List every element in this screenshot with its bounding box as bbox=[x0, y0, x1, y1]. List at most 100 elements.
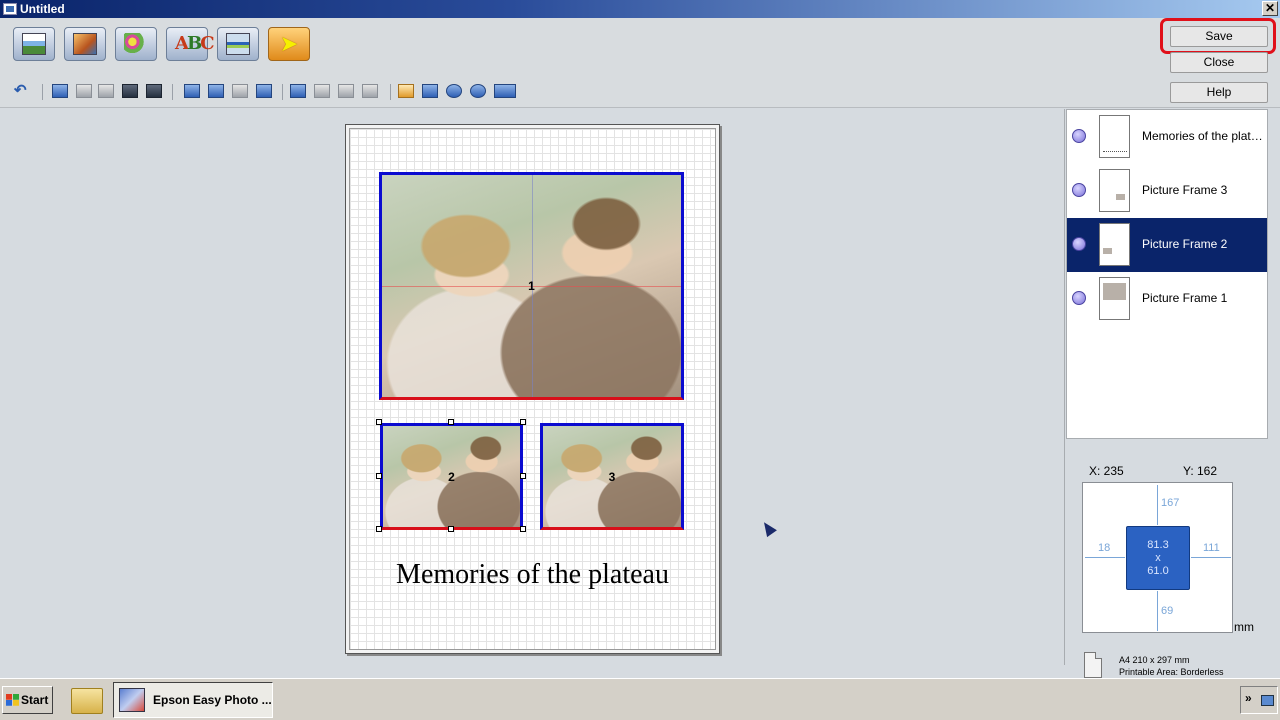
window-title: Untitled bbox=[20, 2, 65, 16]
resize-handle[interactable] bbox=[448, 526, 454, 532]
lines-icon bbox=[226, 33, 250, 55]
text-button[interactable]: ABC bbox=[166, 27, 215, 61]
page-icon[interactable] bbox=[398, 84, 414, 98]
resize-handle[interactable] bbox=[448, 419, 454, 425]
close-window-icon[interactable]: ✕ bbox=[1262, 1, 1278, 16]
title-bar: Untitled ✕ bbox=[0, 0, 1280, 18]
text-icon: ABC bbox=[175, 33, 215, 54]
zoom-out-icon[interactable] bbox=[470, 84, 486, 98]
taskbar: Start Epson Easy Photo ... » bbox=[0, 678, 1280, 720]
bottom-margin: 69 bbox=[1161, 605, 1174, 617]
frame-size-box: 81.3 x 61.0 bbox=[1126, 526, 1190, 590]
zoom-in-icon[interactable] bbox=[446, 84, 462, 98]
layer-label: Picture Frame 3 bbox=[1142, 183, 1228, 197]
page-canvas[interactable]: 1 2 3 Memories of the plateau bbox=[345, 124, 720, 654]
app-icon bbox=[3, 3, 17, 15]
layer-thumbnail bbox=[1099, 115, 1130, 158]
folder-icon[interactable] bbox=[71, 688, 103, 714]
pen-icon[interactable] bbox=[314, 84, 330, 98]
visibility-icon[interactable] bbox=[1072, 237, 1086, 251]
frame-number: 2 bbox=[448, 469, 455, 484]
network-icon[interactable] bbox=[1261, 695, 1274, 706]
separator bbox=[42, 84, 43, 100]
grid-icon[interactable] bbox=[290, 84, 306, 98]
layer-thumbnail bbox=[1099, 277, 1130, 320]
save-highlight bbox=[1160, 18, 1276, 54]
caption-text[interactable]: Memories of the plateau bbox=[350, 559, 715, 591]
separator bbox=[282, 84, 283, 100]
resize-handle[interactable] bbox=[520, 419, 526, 425]
resize-handle[interactable] bbox=[520, 526, 526, 532]
layer-item-frame-3[interactable]: Picture Frame 3 bbox=[1067, 164, 1267, 218]
send-back-icon[interactable] bbox=[256, 84, 272, 98]
layer-label: Picture Frame 1 bbox=[1142, 291, 1228, 305]
select-all-icon[interactable] bbox=[122, 84, 138, 98]
properties-icon[interactable] bbox=[338, 84, 354, 98]
app-window: ABC ➤ Save Close Help ↶ 1 2 3 Memories o… bbox=[0, 18, 1280, 694]
separator bbox=[172, 84, 173, 100]
y-coordinate: Y: 162 bbox=[1183, 464, 1218, 478]
start-label: Start bbox=[21, 693, 49, 707]
top-arrow bbox=[1157, 485, 1158, 525]
frame-number: 1 bbox=[528, 279, 535, 293]
paper-size: A4 210 x 297 mm bbox=[1119, 655, 1190, 665]
layout-button[interactable] bbox=[13, 27, 55, 61]
picture-frame-3[interactable]: 3 bbox=[540, 423, 684, 530]
paste-icon[interactable] bbox=[98, 84, 114, 98]
picture-frame-1[interactable]: 1 bbox=[379, 172, 684, 400]
photo-button[interactable] bbox=[64, 27, 106, 61]
system-tray: » bbox=[1240, 686, 1278, 714]
fit-page-icon[interactable] bbox=[422, 84, 438, 98]
close-button[interactable]: Close bbox=[1170, 52, 1268, 73]
epson-app-icon bbox=[119, 688, 145, 712]
decoration-button[interactable] bbox=[115, 27, 157, 61]
layer-label: Memories of the plateau bbox=[1142, 129, 1264, 143]
frame-width: 81.3 bbox=[1147, 539, 1169, 551]
tray-expand-icon[interactable]: » bbox=[1245, 691, 1252, 705]
visibility-icon[interactable] bbox=[1072, 183, 1086, 197]
paper-icon bbox=[1084, 652, 1102, 678]
taskbar-item-epson[interactable]: Epson Easy Photo ... bbox=[113, 682, 273, 718]
undo-icon[interactable]: ↶ bbox=[14, 83, 30, 98]
layer-item-frame-2[interactable]: Picture Frame 2 bbox=[1067, 218, 1267, 272]
layer-item-frame-1[interactable]: Picture Frame 1 bbox=[1067, 272, 1267, 326]
resize-handle[interactable] bbox=[376, 526, 382, 532]
size-times: x bbox=[1155, 552, 1161, 564]
coordinates-readout: X: 235 Y: 162 bbox=[1089, 464, 1217, 478]
copy-icon[interactable] bbox=[52, 84, 68, 98]
edit-toolbar: ↶ bbox=[10, 82, 530, 102]
bring-forward-icon[interactable] bbox=[208, 84, 224, 98]
start-button[interactable]: Start bbox=[2, 686, 53, 714]
workspace[interactable]: 1 2 3 Memories of the plateau bbox=[0, 109, 1065, 665]
decoration-icon bbox=[124, 33, 148, 55]
frame-height: 61.0 bbox=[1147, 565, 1169, 577]
help-button[interactable]: Help bbox=[1170, 82, 1268, 103]
resize-handle[interactable] bbox=[520, 473, 526, 479]
cut-icon[interactable] bbox=[76, 84, 92, 98]
delete-icon[interactable] bbox=[146, 84, 162, 98]
select-tool-button[interactable]: ➤ bbox=[268, 27, 310, 61]
left-margin: 18 bbox=[1098, 542, 1111, 554]
visibility-icon[interactable] bbox=[1072, 291, 1086, 305]
separator bbox=[390, 84, 391, 100]
right-margin: 111 bbox=[1203, 542, 1220, 554]
left-arrow bbox=[1085, 557, 1125, 558]
photo-icon bbox=[73, 33, 97, 55]
lines-button[interactable] bbox=[217, 27, 259, 61]
arrange-icon[interactable] bbox=[362, 84, 378, 98]
send-backward-icon[interactable] bbox=[232, 84, 248, 98]
select-tool-icon: ➤ bbox=[279, 31, 299, 56]
layer-thumbnail bbox=[1099, 169, 1130, 212]
resize-handle[interactable] bbox=[376, 419, 382, 425]
slideshow-icon[interactable] bbox=[494, 84, 516, 98]
layer-thumbnail bbox=[1099, 223, 1130, 266]
layout-icon bbox=[22, 33, 46, 55]
mouse-cursor bbox=[759, 518, 777, 538]
bring-front-icon[interactable] bbox=[184, 84, 200, 98]
top-toolbar: ABC ➤ Save Close Help ↶ bbox=[0, 18, 1280, 108]
resize-handle[interactable] bbox=[376, 473, 382, 479]
visibility-icon[interactable] bbox=[1072, 129, 1086, 143]
x-coordinate: X: 235 bbox=[1089, 464, 1124, 478]
picture-frame-2[interactable]: 2 bbox=[380, 423, 523, 530]
layer-item-caption[interactable]: Memories of the plateau bbox=[1067, 110, 1267, 164]
